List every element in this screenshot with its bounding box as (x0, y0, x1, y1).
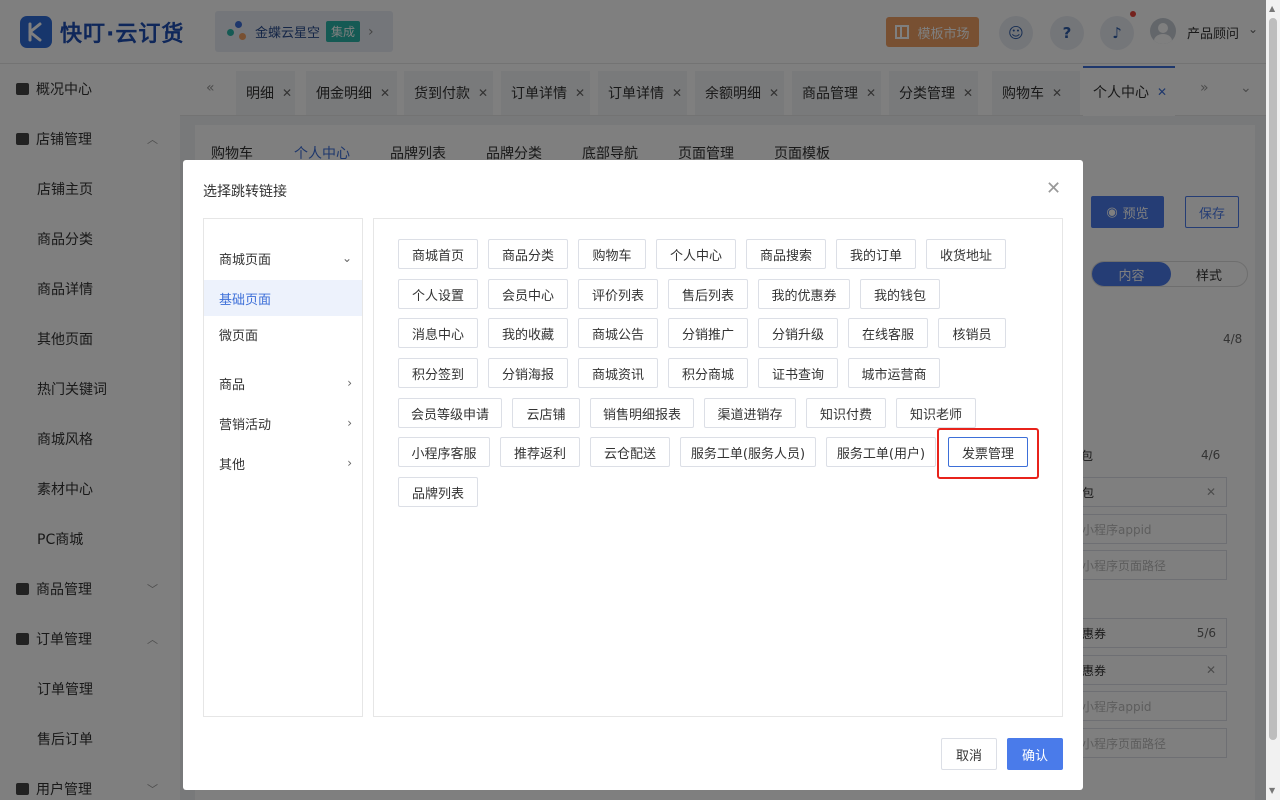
link-option[interactable]: 会员等级申请 (398, 398, 502, 428)
link-option[interactable]: 分销推广 (668, 318, 748, 348)
menu-label: 营销活动 (219, 417, 272, 433)
link-option[interactable]: 商品搜索 (746, 239, 826, 269)
link-category-menu: 商城页面 ⌄ 基础页面 微页面 商品 › 营销活动 › 其他 › (203, 218, 363, 717)
link-option[interactable]: 商城首页 (398, 239, 478, 269)
selection-highlight (937, 428, 1039, 479)
menu-other[interactable]: 其他 › (204, 445, 362, 481)
chevron-right-icon: › (347, 376, 352, 390)
dialog-title: 选择跳转链接 (203, 184, 287, 200)
confirm-button[interactable]: 确认 (1007, 738, 1063, 770)
link-option[interactable]: 积分签到 (398, 358, 478, 388)
link-option[interactable]: 服务工单(服务人员) (680, 437, 816, 467)
menu-mall-pages[interactable]: 商城页面 ⌄ (204, 240, 362, 276)
link-option[interactable]: 小程序客服 (398, 437, 490, 467)
menu-micro-pages[interactable]: 微页面 (204, 316, 362, 352)
menu-products[interactable]: 商品 › (204, 365, 362, 401)
link-option[interactable]: 我的收藏 (488, 318, 568, 348)
link-option[interactable]: 收货地址 (926, 239, 1006, 269)
link-option[interactable]: 云店铺 (512, 398, 580, 428)
menu-label: 商城页面 (219, 252, 272, 268)
link-option[interactable]: 我的订单 (836, 239, 916, 269)
link-option[interactable]: 分销升级 (758, 318, 838, 348)
chevron-down-icon: ⌄ (341, 251, 352, 265)
menu-label: 基础页面 (219, 292, 272, 308)
scroll-thumb[interactable] (1269, 18, 1277, 740)
link-option[interactable]: 评价列表 (578, 279, 658, 309)
scroll-up-icon[interactable]: ▲ (1269, 4, 1275, 13)
page-scrollbar[interactable]: ▲ ▼ (1266, 0, 1280, 800)
menu-label: 微页面 (219, 328, 259, 344)
link-picker-dialog: 选择跳转链接 ✕ 商城页面 ⌄ 基础页面 微页面 商品 › 营销活动 › 其他 › 商城… (183, 160, 1083, 790)
link-option[interactable]: 消息中心 (398, 318, 478, 348)
link-option[interactable]: 品牌列表 (398, 477, 478, 507)
link-option[interactable]: 渠道进销存 (704, 398, 796, 428)
link-option[interactable]: 个人设置 (398, 279, 478, 309)
link-option[interactable]: 积分商城 (668, 358, 748, 388)
close-icon[interactable]: ✕ (1046, 178, 1061, 199)
link-option[interactable]: 我的优惠券 (758, 279, 850, 309)
link-option[interactable]: 购物车 (578, 239, 646, 269)
link-option[interactable]: 售后列表 (668, 279, 748, 309)
link-option[interactable]: 商城公告 (578, 318, 658, 348)
link-option[interactable]: 会员中心 (488, 279, 568, 309)
link-option[interactable]: 分销海报 (488, 358, 568, 388)
link-option[interactable]: 云仓配送 (590, 437, 670, 467)
link-option[interactable]: 个人中心 (656, 239, 736, 269)
link-option[interactable]: 推荐返利 (500, 437, 580, 467)
link-option[interactable]: 城市运营商 (848, 358, 940, 388)
link-option[interactable]: 在线客服 (848, 318, 928, 348)
link-option[interactable]: 知识老师 (896, 398, 976, 428)
menu-label: 商品 (219, 377, 246, 393)
menu-label: 其他 (219, 457, 246, 473)
link-option[interactable]: 商城资讯 (578, 358, 658, 388)
link-option[interactable]: 服务工单(用户) (826, 437, 936, 467)
chevron-right-icon: › (347, 416, 352, 430)
link-option[interactable]: 证书查询 (758, 358, 838, 388)
link-option[interactable]: 销售明细报表 (590, 398, 694, 428)
cancel-button[interactable]: 取消 (941, 738, 997, 770)
link-option[interactable]: 我的钱包 (860, 279, 940, 309)
link-option[interactable]: 知识付费 (806, 398, 886, 428)
scroll-down-icon[interactable]: ▼ (1269, 786, 1275, 795)
menu-marketing[interactable]: 营销活动 › (204, 405, 362, 441)
link-option[interactable]: 商品分类 (488, 239, 568, 269)
link-option[interactable]: 核销员 (938, 318, 1006, 348)
menu-basic-pages[interactable]: 基础页面 (204, 280, 362, 316)
chevron-right-icon: › (347, 456, 352, 470)
